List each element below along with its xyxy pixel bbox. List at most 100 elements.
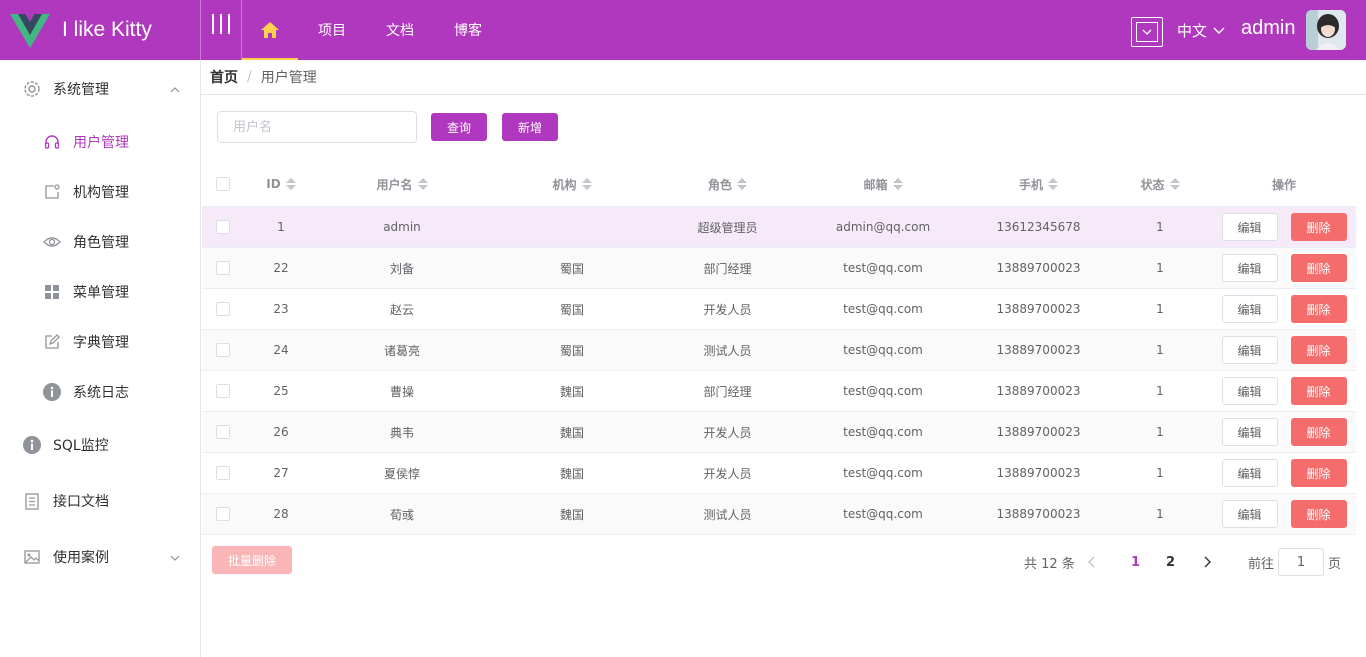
edit-button[interactable]: 编辑 — [1221, 459, 1278, 487]
select-all-checkbox[interactable] — [216, 177, 230, 191]
page-2-button[interactable]: 2 — [1166, 548, 1175, 576]
delete-button[interactable]: 删除 — [1290, 500, 1347, 528]
delete-button[interactable]: 删除 — [1290, 459, 1347, 487]
row-checkbox[interactable] — [216, 507, 230, 521]
cell-phone: 13889700023 — [996, 507, 1081, 521]
avatar[interactable] — [1306, 10, 1346, 50]
delete-button[interactable]: 删除 — [1290, 336, 1347, 364]
column-header-email[interactable]: 邮箱 — [799, 176, 967, 193]
edit-button[interactable]: 编辑 — [1221, 418, 1278, 446]
cell-username: 典韦 — [389, 425, 414, 440]
cell-email: test@qq.com — [843, 384, 923, 398]
sort-icon[interactable] — [1048, 177, 1058, 191]
table-row[interactable]: 22 刘备 蜀国 部门经理 test@qq.com 13889700023 1 … — [202, 248, 1356, 289]
cell-role: 部门经理 — [703, 384, 752, 399]
sort-icon[interactable] — [737, 177, 747, 191]
avatar-image — [1306, 10, 1346, 50]
sort-icon[interactable] — [892, 177, 903, 191]
theme-picker-button[interactable] — [1131, 17, 1163, 47]
row-checkbox[interactable] — [216, 343, 230, 357]
sidebar-item-users[interactable]: 用户管理 — [0, 117, 200, 167]
page-1-button[interactable]: 1 — [1131, 548, 1140, 576]
breadcrumb-home[interactable]: 首页 — [210, 67, 238, 87]
sidebar-item-orgs[interactable]: 机构管理 — [0, 167, 200, 217]
chevron-down-icon — [1136, 22, 1158, 42]
delete-button[interactable]: 删除 — [1290, 254, 1347, 282]
cell-status: 1 — [1156, 302, 1164, 316]
delete-button[interactable]: 删除 — [1290, 295, 1347, 323]
edit-button[interactable]: 编辑 — [1221, 336, 1278, 364]
delete-button[interactable]: 删除 — [1290, 377, 1347, 405]
row-checkbox[interactable] — [216, 261, 230, 275]
cell-email: test@qq.com — [843, 425, 923, 439]
column-header-org[interactable]: 机构 — [488, 176, 656, 193]
language-dropdown[interactable]: 中文 — [1177, 20, 1225, 41]
table-row[interactable]: 1 admin 超级管理员 admin@qq.com 13612345678 1… — [202, 207, 1356, 248]
prev-page-button[interactable] — [1088, 548, 1096, 576]
row-checkbox[interactable] — [216, 302, 230, 316]
cell-id: 23 — [273, 302, 289, 316]
collapse-menu-icon[interactable] — [212, 14, 230, 36]
table-row[interactable]: 24 诸葛亮 蜀国 测试人员 test@qq.com 13889700023 1… — [202, 330, 1356, 371]
cell-actions: 编辑 删除 — [1210, 213, 1358, 241]
table-row[interactable]: 27 夏侯惇 魏国 开发人员 test@qq.com 13889700023 1… — [202, 453, 1356, 494]
edit-button[interactable]: 编辑 — [1221, 213, 1278, 241]
sort-icon[interactable] — [417, 177, 428, 191]
cell-org: 魏国 — [559, 507, 584, 522]
sidebar-group-sql[interactable]: SQL监控 — [0, 417, 200, 473]
sidebar-group-label: 使用案例 — [53, 550, 109, 566]
sort-icon[interactable] — [285, 177, 296, 191]
row-checkbox[interactable] — [216, 384, 230, 398]
batch-delete-button[interactable]: 批量删除 — [212, 546, 292, 574]
column-label: 状态 — [1140, 177, 1165, 192]
sort-icon[interactable] — [1169, 177, 1180, 191]
sidebar-group-api-docs[interactable]: 接口文档 — [0, 473, 200, 529]
nav-docs[interactable]: 文档 — [366, 0, 434, 60]
goto-label: 前往 — [1248, 556, 1275, 572]
table-row[interactable]: 25 曹操 魏国 部门经理 test@qq.com 13889700023 1 … — [202, 371, 1356, 412]
sort-icon[interactable] — [581, 177, 592, 191]
user-name[interactable]: admin — [1241, 17, 1295, 40]
nav-home[interactable] — [242, 0, 298, 60]
sidebar-group-examples[interactable]: 使用案例 — [0, 529, 200, 585]
nav-projects[interactable]: 项目 — [298, 0, 366, 60]
column-header-username[interactable]: 用户名 — [316, 176, 488, 193]
edit-button[interactable]: 编辑 — [1221, 500, 1278, 528]
sidebar-item-menus[interactable]: 菜单管理 — [0, 267, 200, 317]
delete-button[interactable]: 删除 — [1290, 418, 1347, 446]
edit-button[interactable]: 编辑 — [1221, 254, 1278, 282]
add-user-button[interactable]: 新增 — [502, 113, 558, 141]
delete-button[interactable]: 删除 — [1290, 213, 1347, 241]
row-checkbox[interactable] — [216, 466, 230, 480]
sidebar-group-system[interactable]: 系统管理 — [0, 61, 200, 117]
row-checkbox[interactable] — [216, 425, 230, 439]
username-search-input[interactable] — [217, 111, 417, 143]
nav-blog[interactable]: 博客 — [434, 0, 502, 60]
next-page-button[interactable] — [1203, 548, 1211, 576]
cell-role: 超级管理员 — [697, 220, 758, 235]
table-row[interactable]: 28 荀彧 魏国 测试人员 test@qq.com 13889700023 1 … — [202, 494, 1356, 535]
column-header-phone[interactable]: 手机 — [967, 176, 1110, 193]
column-header-role[interactable]: 角色 — [656, 176, 799, 193]
logo[interactable]: I like Kitty — [0, 0, 200, 60]
document-icon — [22, 491, 42, 511]
query-button[interactable]: 查询 — [431, 113, 487, 141]
cell-id: 28 — [273, 507, 289, 521]
row-checkbox[interactable] — [216, 220, 230, 234]
column-label: 机构 — [552, 177, 577, 192]
sidebar-item-roles[interactable]: 角色管理 — [0, 217, 200, 267]
cell-email: test@qq.com — [843, 507, 923, 521]
cell-actions: 编辑 删除 — [1210, 377, 1358, 405]
row-select-cell — [202, 302, 244, 316]
column-header-id[interactable]: ID — [246, 177, 316, 191]
goto-page-input[interactable] — [1278, 548, 1324, 576]
sidebar-item-label: 菜单管理 — [73, 285, 129, 301]
table-row[interactable]: 26 典韦 魏国 开发人员 test@qq.com 13889700023 1 … — [202, 412, 1356, 453]
sidebar-item-logs[interactable]: 系统日志 — [0, 367, 200, 417]
cell-email: test@qq.com — [843, 466, 923, 480]
edit-button[interactable]: 编辑 — [1221, 295, 1278, 323]
column-header-status[interactable]: 状态 — [1110, 176, 1210, 193]
table-row[interactable]: 23 赵云 蜀国 开发人员 test@qq.com 13889700023 1 … — [202, 289, 1356, 330]
sidebar-item-dict[interactable]: 字典管理 — [0, 317, 200, 367]
edit-button[interactable]: 编辑 — [1221, 377, 1278, 405]
